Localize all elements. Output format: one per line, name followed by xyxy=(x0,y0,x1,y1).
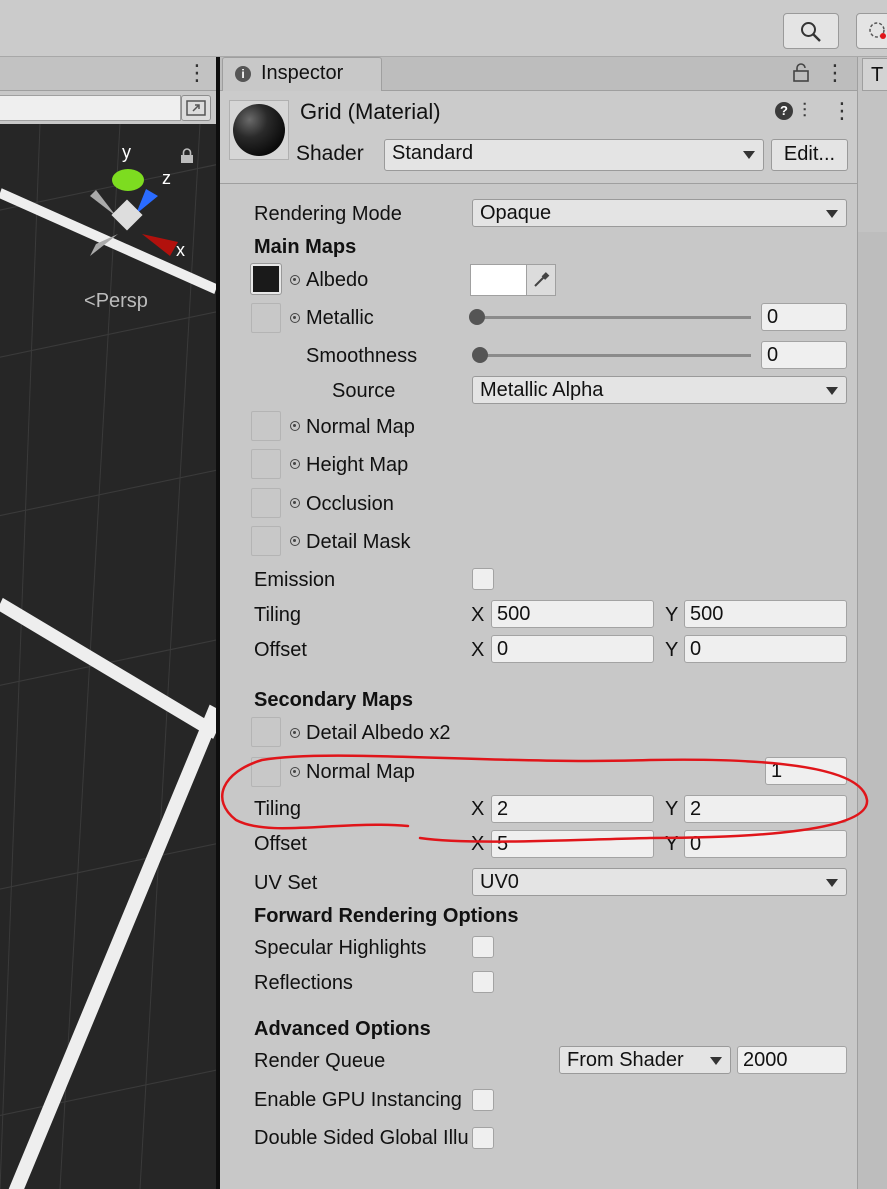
red-annotation-loop xyxy=(220,754,869,843)
